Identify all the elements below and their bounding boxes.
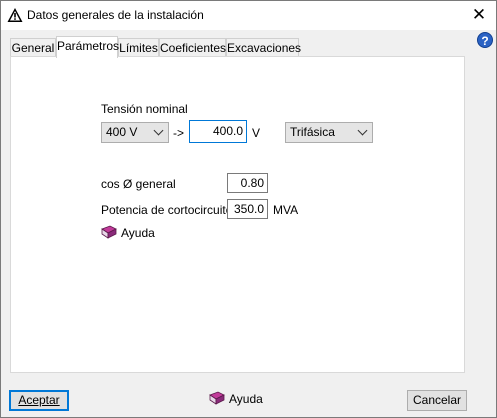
tension-label: Tensión nominal: [101, 102, 188, 116]
tension-value-field[interactable]: 400.0: [189, 120, 247, 143]
cancel-label: Cancelar: [412, 393, 462, 407]
tab-label: Límites: [119, 41, 158, 55]
arrow-label: ->: [173, 126, 185, 140]
tab-label: Excavaciones: [227, 41, 302, 55]
tension-select[interactable]: 400 V: [101, 122, 169, 143]
short-circuit-label: Potencia de cortocircuito: [101, 203, 233, 217]
phase-select[interactable]: Trifásica: [285, 122, 373, 143]
book-icon: [209, 391, 225, 405]
inline-help-label: Ayuda: [121, 226, 155, 240]
window-title: Datos generales de la instalación: [27, 8, 204, 22]
tab-parametros[interactable]: Parámetros: [56, 36, 120, 58]
title-bar: Datos generales de la instalación ✕: [1, 1, 496, 30]
chevron-down-icon: [153, 125, 164, 136]
tension-select-value: 400 V: [106, 125, 138, 139]
cos-label: cos Ø general: [101, 177, 176, 191]
tab-label: Parámetros: [57, 39, 120, 53]
tab-coeficientes[interactable]: Coeficientes: [159, 38, 226, 56]
footer-help-label: Ayuda: [229, 392, 263, 406]
tab-label: General: [11, 41, 55, 55]
help-icon[interactable]: ?: [477, 32, 493, 48]
short-circuit-field[interactable]: 350.0: [227, 199, 268, 219]
tab-excavaciones[interactable]: Excavaciones: [226, 38, 302, 56]
dialog-window: Datos generales de la instalación ✕ ? Ge…: [0, 0, 497, 418]
tab-limites[interactable]: Límites: [118, 38, 159, 56]
close-icon[interactable]: ✕: [467, 4, 491, 26]
phase-select-value: Trifásica: [290, 125, 335, 139]
accept-button[interactable]: Aceptar: [9, 390, 69, 411]
tension-unit: V: [252, 126, 261, 140]
cancel-button[interactable]: Cancelar: [407, 390, 467, 411]
cos-field[interactable]: 0.80: [227, 173, 268, 193]
accept-label: Aceptar: [18, 393, 60, 407]
chevron-down-icon: [357, 125, 368, 136]
tab-label: Coeficientes: [160, 41, 227, 55]
book-icon: [101, 225, 117, 239]
warning-icon: [7, 7, 23, 23]
short-circuit-unit: MVA: [273, 203, 299, 217]
tab-general[interactable]: General: [10, 38, 56, 56]
